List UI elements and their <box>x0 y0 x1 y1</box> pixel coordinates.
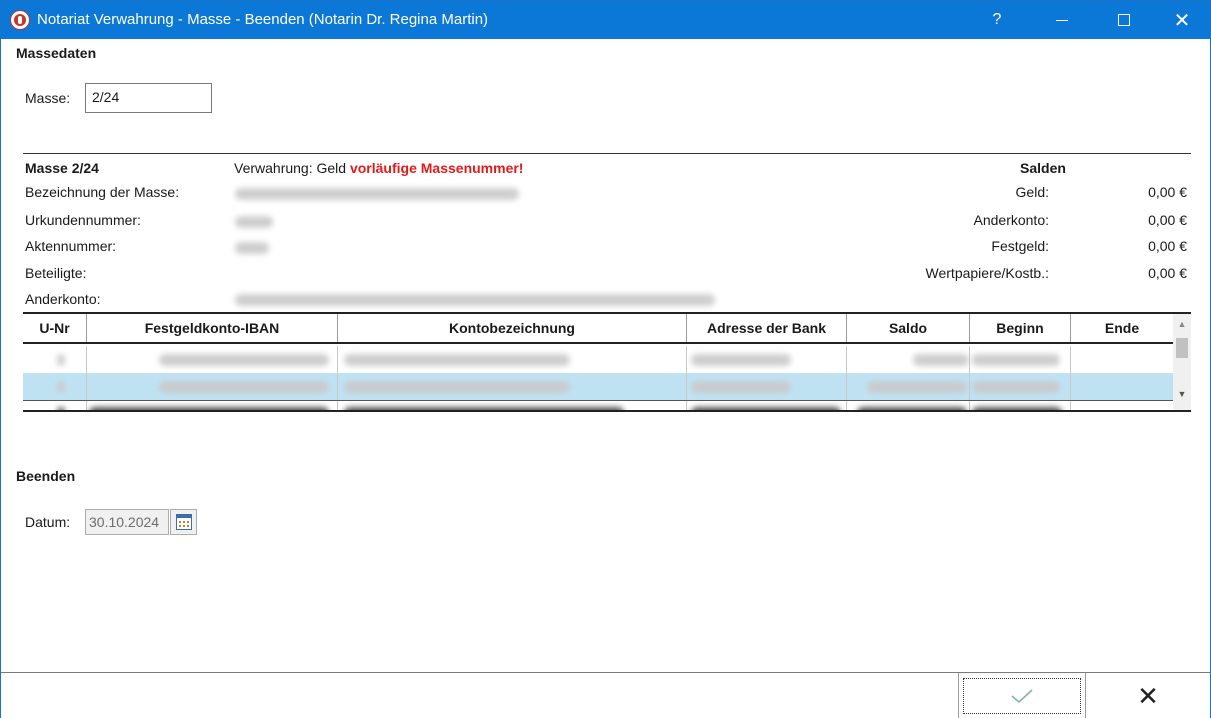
close-window-button[interactable]: ✕ <box>1159 1 1205 39</box>
salden-label-geld: Geld: <box>1015 184 1049 200</box>
datum-label: Datum: <box>25 514 71 530</box>
maximize-button[interactable] <box>1101 1 1147 39</box>
title-bar: Notariat Verwahrung - Masse - Beenden (N… <box>1 1 1210 39</box>
salden-title: Salden <box>1020 160 1066 176</box>
salden-label-anderkonto: Anderkonto: <box>973 212 1050 228</box>
scroll-up-icon[interactable]: ▲ <box>1173 316 1191 332</box>
redacted-aktennummer <box>235 242 269 254</box>
footer-divider <box>1085 673 1086 718</box>
table-row[interactable] <box>23 346 1173 373</box>
column-header-ende[interactable]: Ende <box>1071 314 1173 342</box>
footer-divider <box>958 673 959 718</box>
table-row[interactable] <box>23 400 1173 410</box>
masse-heading: Masse 2/24 <box>25 160 99 176</box>
dialog-footer: ✕ <box>1 672 1210 718</box>
masse-label: Masse: <box>25 90 71 106</box>
help-button[interactable]: ? <box>974 1 1020 39</box>
field-label-aktennummer: Aktennummer: <box>25 238 117 254</box>
verwahrung-label: Verwahrung: Geld vorläufige Massenummer! <box>234 160 523 176</box>
column-header-saldo[interactable]: Saldo <box>847 314 970 342</box>
minimize-icon <box>1056 19 1068 21</box>
confirm-button[interactable] <box>963 678 1081 714</box>
column-header-kontobezeichnung[interactable]: Kontobezeichnung <box>338 314 687 342</box>
table-scrollbar[interactable]: ▲ ▼ <box>1173 314 1191 410</box>
festgeld-table[interactable]: U-Nr Festgeldkonto-IBAN Kontobezeichnung… <box>23 312 1191 412</box>
field-label-urkundennummer: Urkundennummer: <box>25 212 141 228</box>
maximize-icon <box>1118 14 1130 26</box>
datum-input[interactable]: 30.10.2024 <box>85 509 169 535</box>
redacted-urkundennummer <box>235 216 273 228</box>
salden-value-wertpapiere: 0,00 € <box>1148 265 1187 281</box>
warning-text: vorläufige Massenummer! <box>349 160 524 176</box>
masse-input[interactable]: 2/24 <box>85 83 212 113</box>
column-header-beginn[interactable]: Beginn <box>970 314 1071 342</box>
table-row-selected[interactable] <box>23 373 1173 400</box>
table-header: U-Nr Festgeldkonto-IBAN Kontobezeichnung… <box>23 314 1173 344</box>
salden-label-wertpapiere: Wertpapiere/Kostb.: <box>925 265 1049 281</box>
column-header-iban[interactable]: Festgeldkonto-IBAN <box>87 314 338 342</box>
redacted-anderkonto <box>235 294 715 306</box>
beenden-title: Beenden <box>16 468 76 484</box>
massedaten-title: Massedaten <box>16 45 97 61</box>
checkmark-icon <box>1011 689 1033 703</box>
dialog-window: Notariat Verwahrung - Masse - Beenden (N… <box>0 0 1211 718</box>
field-label-beteiligte: Beteiligte: <box>25 265 87 281</box>
field-label-bezeichnung: Bezeichnung der Masse: <box>25 184 180 200</box>
verwahrung-text: Verwahrung: Geld <box>234 160 347 176</box>
field-label-anderkonto: Anderkonto: <box>25 291 101 307</box>
app-logo-icon <box>10 10 30 30</box>
scroll-down-icon[interactable]: ▼ <box>1173 386 1191 402</box>
minimize-button[interactable] <box>1039 1 1085 39</box>
salden-value-geld: 0,00 € <box>1148 184 1187 200</box>
window-title: Notariat Verwahrung - Masse - Beenden (N… <box>37 11 489 28</box>
scroll-thumb[interactable] <box>1176 338 1188 358</box>
salden-label-festgeld: Festgeld: <box>991 238 1049 254</box>
redacted-bezeichnung <box>235 188 519 200</box>
salden-value-festgeld: 0,00 € <box>1148 238 1187 254</box>
column-header-unr[interactable]: U-Nr <box>23 314 87 342</box>
calendar-icon <box>176 514 192 530</box>
cancel-button[interactable]: ✕ <box>1088 678 1208 714</box>
column-header-adresse[interactable]: Adresse der Bank <box>687 314 847 342</box>
info-top-divider <box>23 153 1191 154</box>
calendar-button[interactable] <box>170 509 197 535</box>
salden-value-anderkonto: 0,00 € <box>1148 212 1187 228</box>
